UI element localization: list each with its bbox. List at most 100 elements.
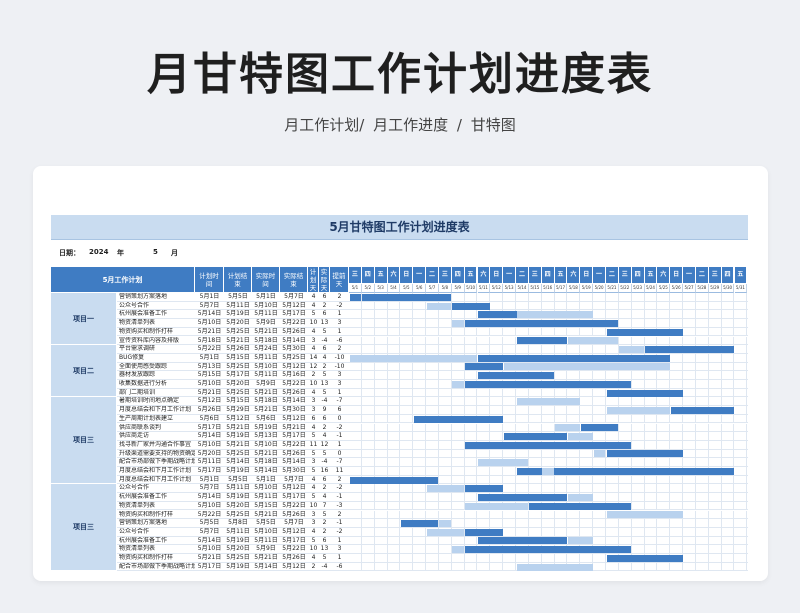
task-plan-start: 5月21日 [197,327,222,335]
gantt-bar-plan [478,459,529,467]
gantt-cell [683,562,696,572]
gantt-cell [709,562,722,572]
gantt-cell [683,449,696,459]
task-actual-days: 4 [322,353,327,361]
gantt-cell [657,301,671,311]
gantt-cell [452,327,465,337]
gantt-cell [735,475,748,485]
gantt-cell [555,406,568,415]
gantt-cell [632,545,645,554]
task-plan-days: 5 [311,467,316,474]
gantt-cell [413,380,427,389]
task-actual-days: 5 [322,510,327,518]
gantt-cell [709,319,722,328]
gantt-bar-actual [465,546,632,554]
task-actual-days: 7 [322,501,327,509]
gantt-cell [516,484,529,494]
task-ahead: 1 [337,554,342,561]
task-ahead: -10 [334,362,345,370]
year-value[interactable]: 2024 [89,248,108,256]
gantt-cell [567,414,581,424]
gantt-cell [426,345,439,354]
task-actual-end: 5月12日 [282,414,306,422]
gantt-cell [413,501,427,511]
gantt-cell [529,423,542,433]
task-actual-end: 5月25日 [282,353,306,361]
gantt-cell [362,527,375,537]
task-plan-days: 3 [311,519,316,527]
task-actual-start: 5月10日 [254,527,278,535]
gantt-cell [362,484,375,494]
gantt-cell [645,380,658,389]
gantt-cell [388,388,401,398]
gantt-cell [722,440,735,450]
task-actual-end: 5月22日 [282,440,306,448]
gantt-cell [657,536,671,546]
gantt-cell [670,501,684,511]
gantt-cell [516,519,529,528]
task-ahead: -3 [336,501,343,509]
month-value[interactable]: 5 [153,248,158,256]
task-actual-start: 5月13日 [254,432,278,440]
gantt-cell [683,388,696,398]
gantt-cell [375,319,388,328]
gantt-cell [375,545,388,554]
gantt-cell [362,371,375,380]
gantt-cell [413,545,427,554]
task-plan-end: 5月29日 [226,406,250,414]
date-header: 5/18 [567,284,581,293]
task-plan-start: 5月10日 [197,440,222,448]
gantt-cell [516,449,529,459]
gantt-cell [516,406,529,415]
date-header: 5/30 [721,284,735,293]
gantt-cell [413,536,427,546]
gantt-cell [645,527,658,537]
gantt-cell [362,440,375,450]
gantt-cell [567,293,581,302]
gantt-cell [632,423,645,433]
gantt-cell [439,475,452,485]
gantt-cell [735,319,748,328]
gantt-cell [452,440,465,450]
gantt-cell [413,493,427,502]
gantt-cell [375,345,388,354]
task-name: 杭州展会准备工作 [119,493,168,501]
gantt-cell [426,336,439,346]
gantt-cell [619,536,632,546]
gantt-cell [452,493,465,502]
gantt-cell [439,319,452,328]
task-plan-days: 4 [311,345,316,353]
gantt-cell [619,336,632,346]
task-name: BUG修复 [119,353,145,361]
task-actual-end: 5月17日 [282,310,306,318]
gantt-cell [375,414,388,424]
gantt-cell [709,554,722,563]
date-header: 5/26 [670,284,684,293]
task-actual-start: 5月24日 [254,345,278,353]
gantt-cell [388,493,401,502]
gantt-cell [375,501,388,511]
gantt-cell [503,345,517,354]
task-plan-days: 5 [311,536,316,544]
gantt-cell [439,345,452,354]
gantt-cell [452,397,465,407]
task-actual-start: 5月5日 [256,519,276,527]
task-actual-days: -4 [321,458,328,466]
gantt-cell [709,353,722,363]
gantt-cell [529,484,542,494]
gantt-cell [452,310,465,320]
task-ahead: 2 [337,345,342,353]
gantt-cell [696,545,709,554]
task-plan-days: 5 [311,310,316,318]
task-plan-days: 5 [311,493,316,501]
date-header: 5/7 [426,284,439,293]
task-plan-start: 5月11日 [197,458,222,466]
date-row: 日期： 2024 年 5 月 [51,241,748,265]
gantt-cell [735,423,748,433]
task-plan-end: 5月14日 [226,458,250,466]
gantt-cell [632,397,645,407]
gantt-cell [349,301,362,311]
task-actual-start: 5月21日 [254,327,278,335]
gantt-cell [349,397,362,407]
gantt-cell [709,510,722,520]
